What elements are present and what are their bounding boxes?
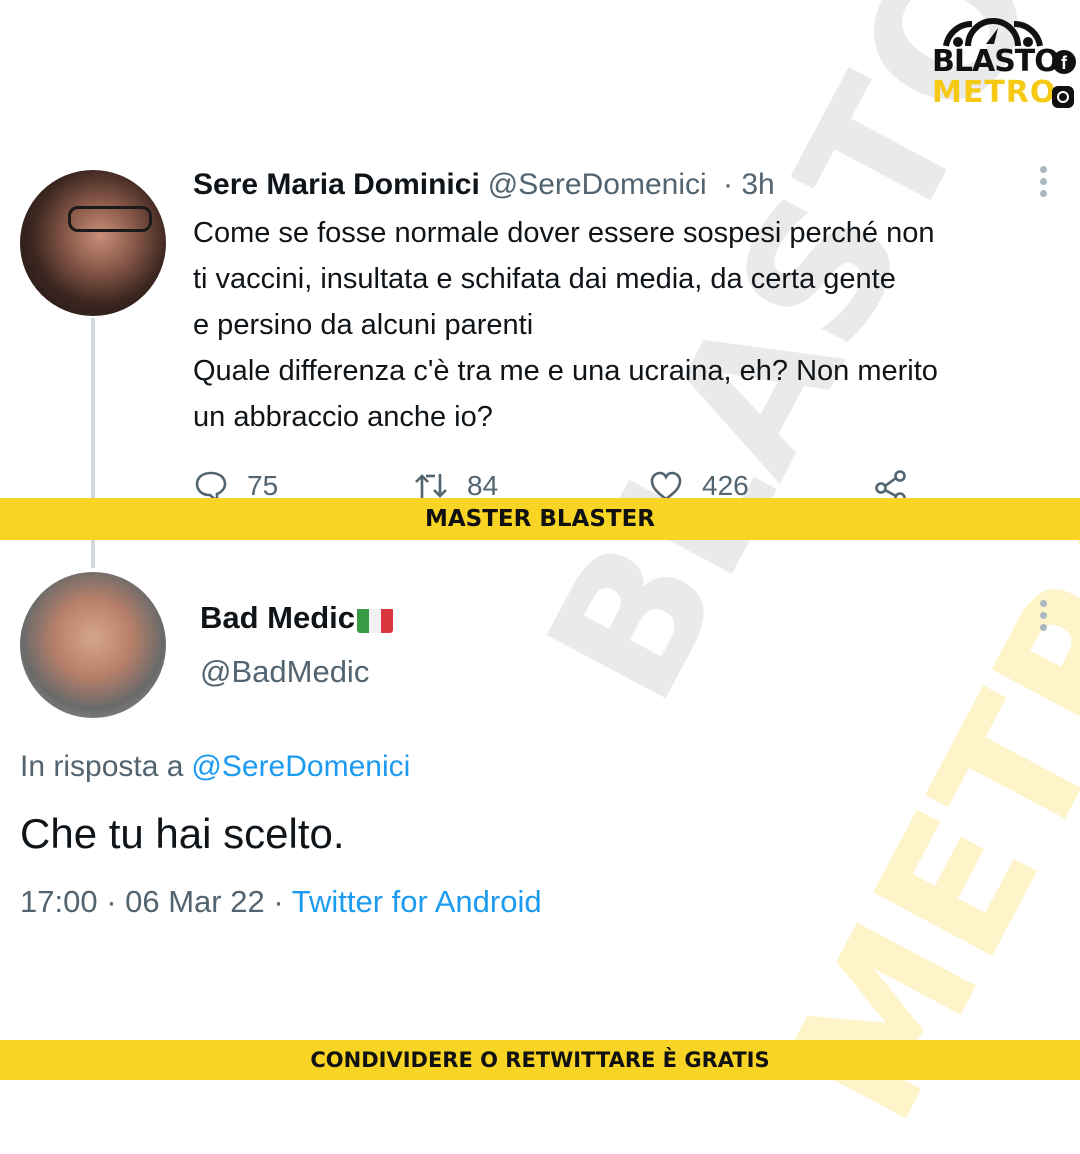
tweet-body: Come se fosse normale dover essere sospe… (193, 210, 1073, 440)
footer-banner: CONDIVIDERE O RETWITTARE È GRATIS (0, 1040, 1080, 1080)
reply-mention-link[interactable]: @SereDomenici (191, 750, 410, 783)
tweet-body-line: Quale differenza c'è tra me e una ucrain… (193, 355, 938, 387)
reply-prefix: In risposta a (20, 750, 184, 783)
instagram-icon[interactable] (1052, 86, 1074, 108)
more-options-icon[interactable] (1040, 600, 1048, 636)
author-name-row: Bad Medic (200, 600, 394, 636)
author-handle[interactable]: @BadMedic (200, 654, 369, 690)
logo-text-blasto: BLASTO (932, 44, 1060, 79)
tweet-text: Che tu hai scelto. (20, 810, 345, 857)
logo-text-metro: METRO (932, 75, 1057, 110)
italy-flag-icon (357, 607, 394, 633)
tweet-meta: 17:00 · 06 Mar 22 · Twitter for Android (20, 884, 542, 919)
tweet-body-line: un abbraccio anche io? (193, 401, 493, 433)
tweet-source-link[interactable]: Twitter for Android (292, 884, 542, 919)
tweet-body-line: e persino da alcuni parenti (193, 309, 534, 341)
facebook-icon[interactable]: f (1052, 50, 1076, 74)
caption-banner: MASTER BLASTER (0, 498, 1080, 540)
tweet-header: Sere Maria Dominici @SereDomenici · 3h (193, 168, 775, 202)
avatar[interactable] (20, 170, 166, 316)
more-options-icon[interactable] (1040, 166, 1048, 202)
thread-line (91, 540, 95, 568)
author-handle[interactable]: @SereDomenici (488, 168, 707, 201)
tweet-body-line: Come se fosse normale dover essere sospe… (193, 217, 935, 249)
author-name[interactable]: Sere Maria Dominici (193, 168, 480, 201)
avatar-glasses (68, 206, 152, 232)
tweet-time[interactable]: · 3h (723, 168, 775, 201)
author-name[interactable]: Bad Medic (200, 600, 355, 635)
logo-arch-icon (943, 18, 1043, 47)
avatar[interactable] (20, 572, 166, 718)
tweet-actions: 75 84 426 (193, 468, 933, 504)
brand-logo: BLASTO METRO f (928, 14, 1076, 110)
tweet-date[interactable]: 06 Mar 22 (125, 884, 265, 919)
reply-context: In risposta a @SereDomenici (20, 750, 410, 784)
tweet-time[interactable]: 17:00 (20, 884, 98, 919)
tweet-body-line: ti vaccini, insultata e schifata dai med… (193, 263, 896, 295)
